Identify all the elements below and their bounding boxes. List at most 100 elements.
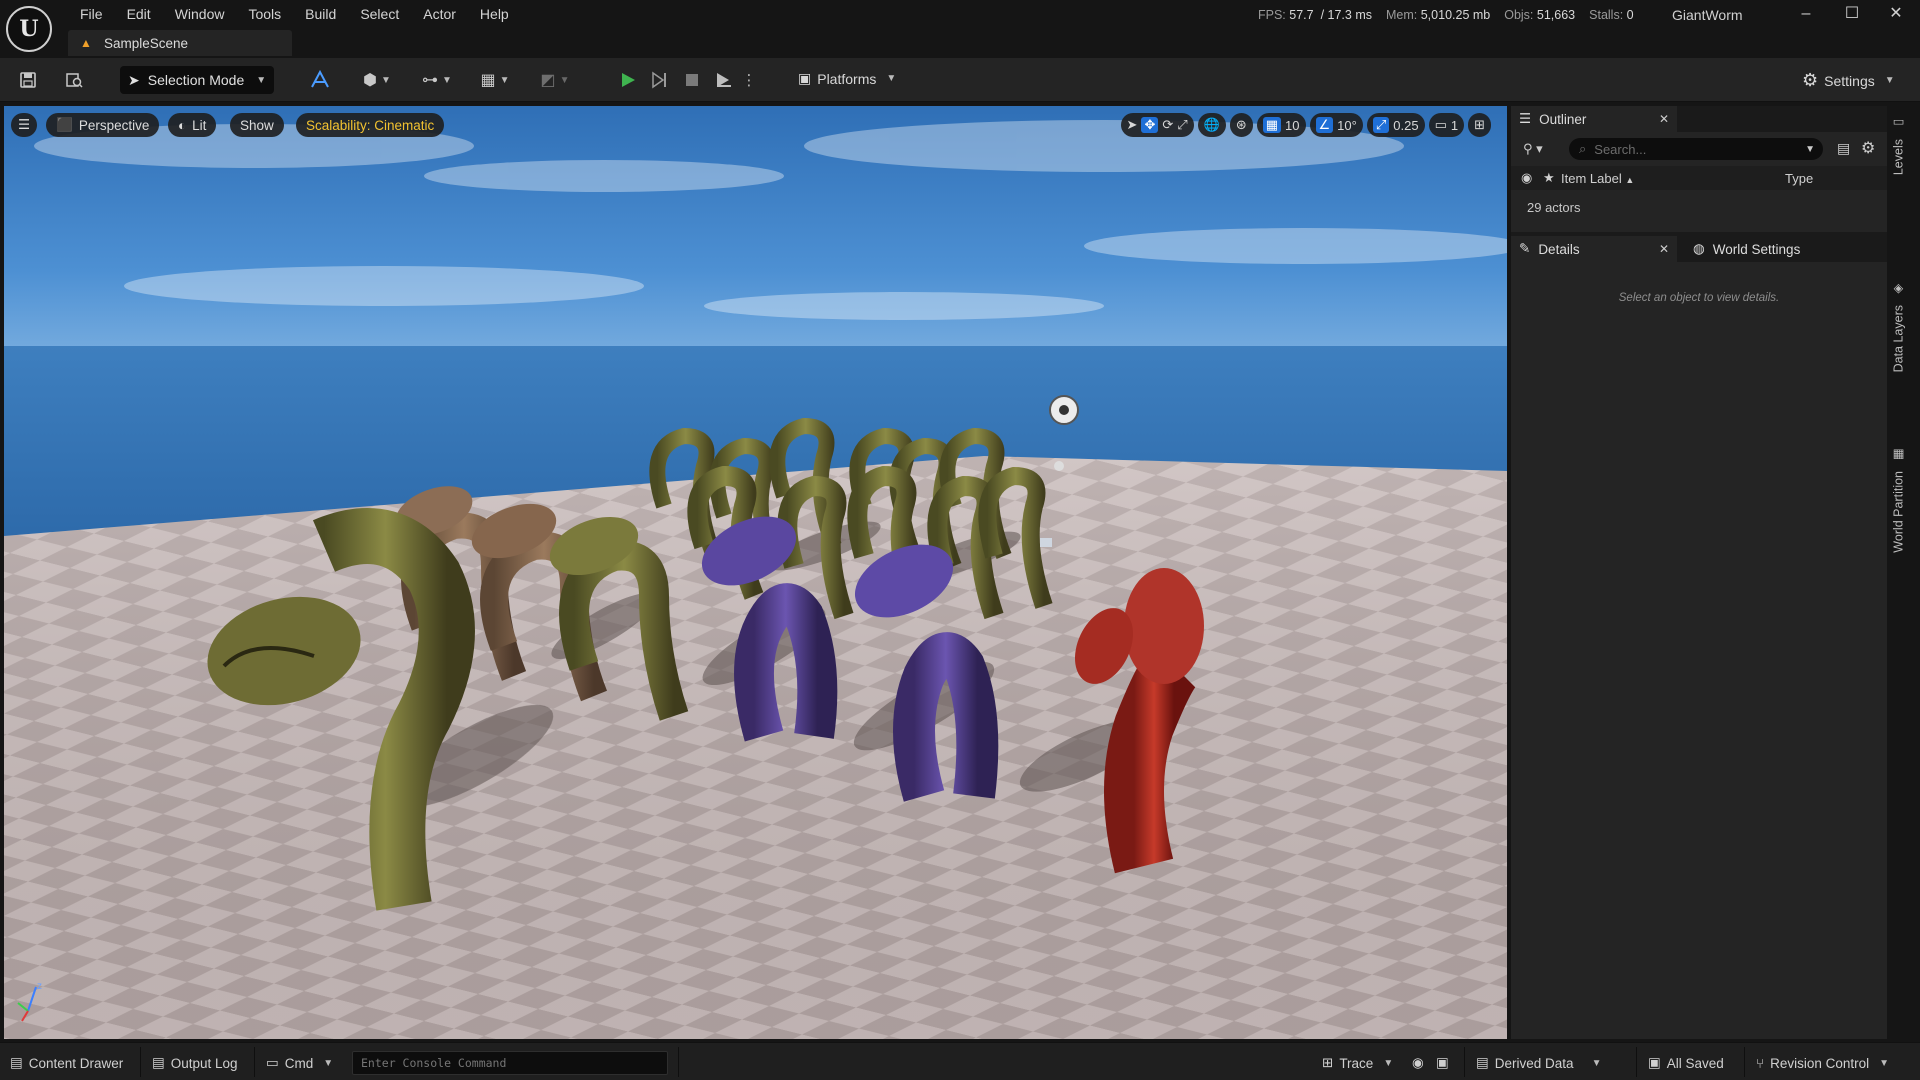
- rotate-tool-icon[interactable]: ⟳: [1162, 117, 1173, 133]
- objs-value: 51,663: [1536, 8, 1576, 22]
- level-viewport[interactable]: ☰ ⬛ Perspective ◐ Lit Show Scalability: …: [4, 106, 1507, 1039]
- content-drawer-button[interactable]: ▤ Content Drawer: [10, 1051, 123, 1075]
- camera-speed-button[interactable]: ▭ 1: [1428, 113, 1465, 137]
- derived-data-dropdown[interactable]: ▤ Derived Data ▼: [1476, 1051, 1601, 1075]
- platforms-dropdown[interactable]: ▣ Platforms ▼: [798, 70, 896, 87]
- save-icon[interactable]: [16, 68, 40, 92]
- scalability-button[interactable]: Scalability: Cinematic: [296, 113, 445, 137]
- show-button[interactable]: Show: [230, 113, 284, 137]
- menu-help[interactable]: Help: [468, 4, 521, 26]
- modeling-icon[interactable]: [308, 68, 332, 92]
- translate-tool-icon[interactable]: ✥: [1141, 117, 1159, 133]
- build-button[interactable]: ◩ ▼: [534, 68, 576, 92]
- menu-select[interactable]: Select: [348, 4, 411, 26]
- eject-button[interactable]: [710, 66, 738, 94]
- layout-icon[interactable]: ⊞: [1468, 113, 1491, 137]
- camera-speed-value: 1: [1450, 117, 1459, 133]
- world-partition-tab[interactable]: World Partition ▦: [1891, 448, 1907, 553]
- menu-file[interactable]: File: [68, 4, 115, 26]
- chevron-down-icon: ▼: [1884, 75, 1895, 86]
- add-actor-button[interactable]: ⬢ ▼: [356, 68, 398, 92]
- play-options-icon[interactable]: ⋮: [742, 66, 757, 94]
- star-icon[interactable]: ★: [1543, 170, 1561, 186]
- data-layers-label: Data Layers: [1891, 305, 1906, 373]
- level-warning-icon: ▲: [80, 36, 92, 50]
- world-settings-tab[interactable]: ◍ World Settings: [1685, 236, 1865, 262]
- viewport-options-button[interactable]: ☰: [11, 113, 37, 137]
- perspective-button[interactable]: ⬛ Perspective: [46, 113, 160, 137]
- selection-mode-dropdown[interactable]: ➤ Selection Mode ▼: [120, 66, 274, 94]
- filter-icon[interactable]: ⚲ ▾: [1523, 141, 1543, 157]
- camera-icon: ▭: [1434, 117, 1447, 132]
- cmd-dropdown[interactable]: ▭ Cmd ▼: [266, 1051, 333, 1075]
- maximize-button[interactable]: ☐: [1832, 2, 1872, 26]
- close-icon[interactable]: ✕: [1659, 242, 1669, 256]
- gear-icon[interactable]: ⚙: [1861, 138, 1875, 158]
- browse-icon[interactable]: [62, 68, 86, 92]
- minimize-button[interactable]: –: [1786, 2, 1826, 26]
- play-button[interactable]: [614, 66, 642, 94]
- select-tool-icon[interactable]: ➤: [1127, 117, 1138, 133]
- world-settings-title: World Settings: [1712, 241, 1801, 257]
- trace-dropdown[interactable]: ⊞ Trace ▼: [1322, 1051, 1393, 1075]
- scale-tool-icon[interactable]: ⤢: [1177, 117, 1187, 133]
- item-label-column[interactable]: Item Label ▲: [1561, 171, 1785, 186]
- frame-time: / 17.3 ms: [1320, 8, 1372, 22]
- menu-edit[interactable]: Edit: [115, 4, 163, 26]
- close-button[interactable]: ✕: [1876, 2, 1916, 26]
- level-tab-label: SampleScene: [104, 35, 189, 51]
- rotation-snap-value[interactable]: 10°: [1337, 118, 1357, 133]
- levels-tab[interactable]: Levels ▭: [1891, 116, 1907, 175]
- mem-value: 5,010.25 mb: [1420, 8, 1491, 22]
- unreal-logo[interactable]: U: [6, 6, 52, 52]
- coordinate-space-icon[interactable]: 🌐: [1197, 113, 1226, 137]
- play-controls: ⋮: [614, 66, 757, 94]
- settings-dropdown[interactable]: ⚙ Settings ▼: [1802, 70, 1895, 91]
- eye-icon[interactable]: ◉: [1521, 170, 1543, 186]
- output-log-button[interactable]: ▤ Output Log: [152, 1051, 238, 1075]
- project-name: GiantWorm: [1672, 7, 1743, 23]
- chevron-down-icon: ▼: [499, 74, 510, 86]
- revision-control-dropdown[interactable]: ⑂ Revision Control ▼: [1756, 1051, 1889, 1075]
- details-tab[interactable]: ✎ Details ✕: [1511, 236, 1677, 262]
- outliner-search-input[interactable]: ⌕ Search... ▼: [1569, 138, 1823, 160]
- fps-value: 57.7: [1289, 8, 1314, 22]
- grid-icon: ▦: [1262, 117, 1282, 133]
- chevron-down-icon[interactable]: ▼: [1805, 144, 1815, 155]
- blueprint-button[interactable]: ⊶ ▼: [416, 68, 458, 92]
- content-drawer-label: Content Drawer: [28, 1055, 124, 1071]
- menu-window[interactable]: Window: [163, 4, 237, 26]
- screenshot-icon[interactable]: ▣: [1436, 1051, 1449, 1075]
- view-mode-button[interactable]: ◐ Lit: [168, 113, 217, 137]
- stop-button[interactable]: [678, 66, 706, 94]
- close-icon[interactable]: ✕: [1659, 112, 1669, 126]
- advance-frame-button[interactable]: [646, 66, 674, 94]
- level-tab[interactable]: ▲ SampleScene: [68, 30, 292, 56]
- menu-tools[interactable]: Tools: [236, 4, 293, 26]
- type-column[interactable]: Type: [1785, 171, 1813, 186]
- outliner-column-header: ◉ ★ Item Label ▲ Type: [1511, 166, 1887, 190]
- grid-snap-value[interactable]: 10: [1285, 118, 1299, 133]
- surface-snap-icon[interactable]: ⊛: [1229, 113, 1253, 137]
- rotation-snap-toggle[interactable]: ∠ 10°: [1309, 113, 1363, 137]
- add-folder-icon[interactable]: ▤: [1837, 140, 1850, 157]
- menu-build[interactable]: Build: [293, 4, 348, 26]
- menu-actor[interactable]: Actor: [411, 4, 468, 26]
- all-saved-button[interactable]: ▣ All Saved: [1648, 1051, 1724, 1075]
- cinematics-button[interactable]: ▦ ▼: [474, 68, 516, 92]
- record-icon[interactable]: ◉: [1412, 1051, 1424, 1075]
- chevron-down-icon: ▼: [559, 74, 570, 86]
- outliner-title: Outliner: [1539, 111, 1587, 127]
- scale-snap-value[interactable]: 0.25: [1393, 118, 1418, 133]
- build-icon: ◩: [540, 72, 556, 89]
- outliner-tab[interactable]: ☰ Outliner ✕: [1511, 106, 1677, 132]
- angle-icon: ∠: [1315, 117, 1334, 133]
- log-icon: ▤: [152, 1055, 165, 1070]
- item-label-text: Item Label: [1561, 170, 1622, 186]
- terminal-icon: ▭: [266, 1055, 279, 1070]
- data-layers-tab[interactable]: Data Layers ◈: [1891, 282, 1907, 373]
- grid-snap-toggle[interactable]: ▦ 10: [1256, 113, 1306, 137]
- pencil-icon: ✎: [1519, 241, 1531, 256]
- console-command-input[interactable]: [352, 1051, 668, 1075]
- scale-snap-toggle[interactable]: ⤢ 0.25: [1366, 113, 1425, 137]
